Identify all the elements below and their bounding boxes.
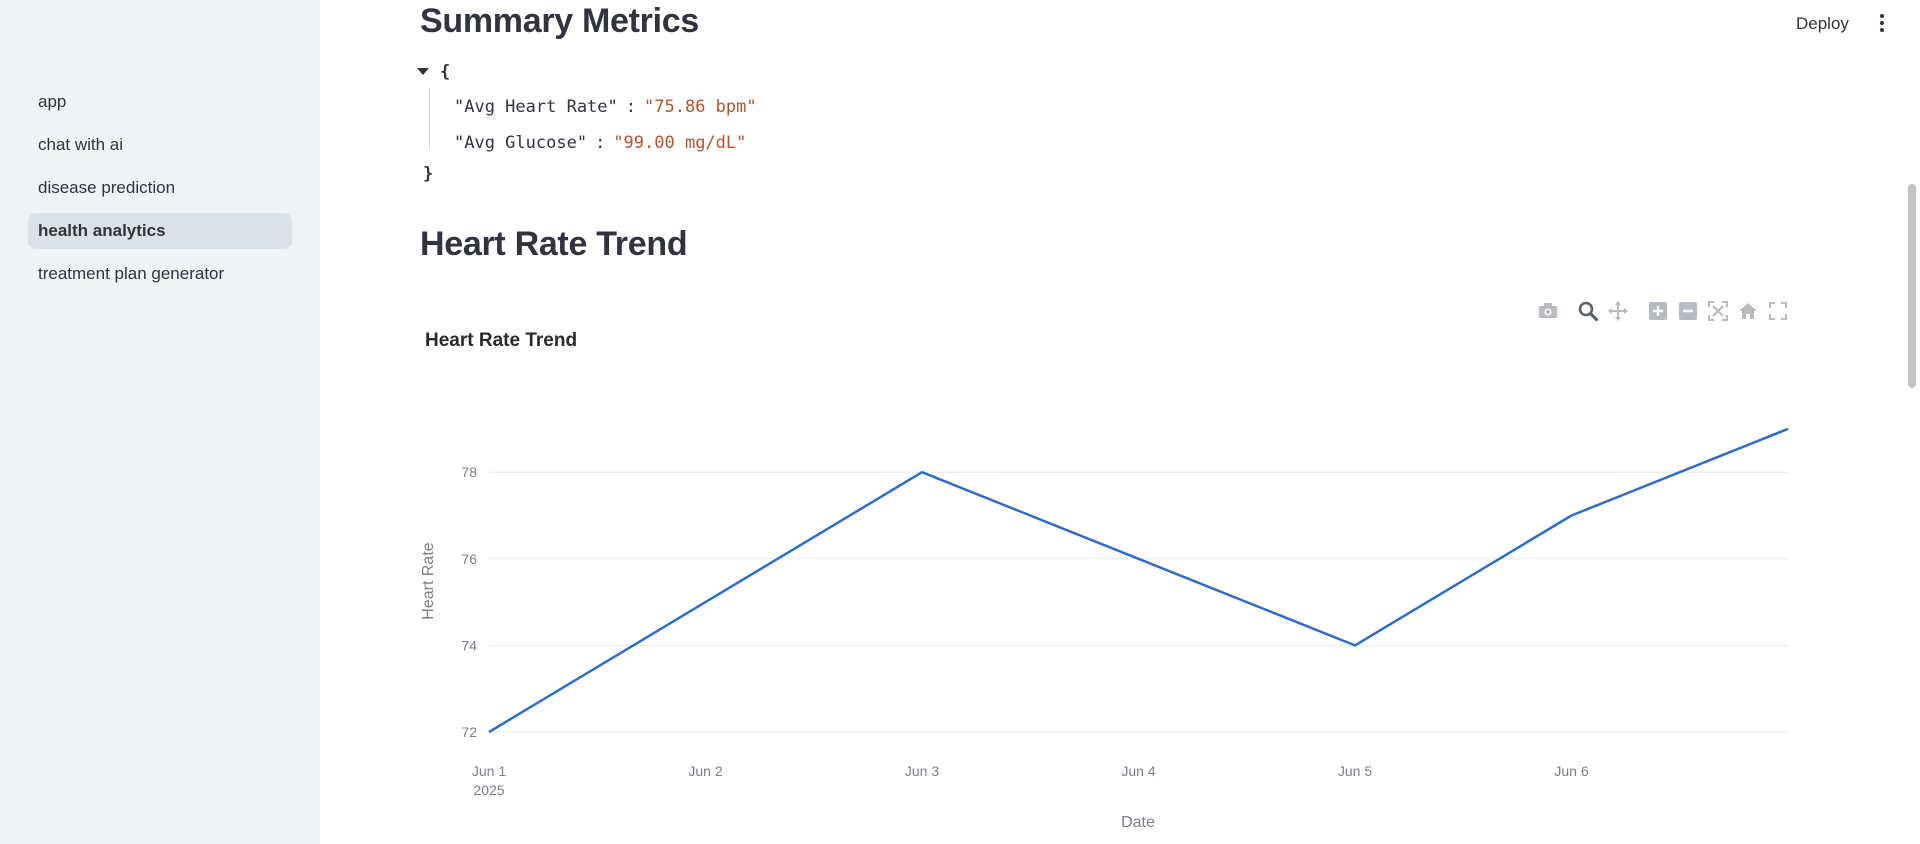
- y-axis-ticks: 72 74 76 78: [461, 464, 477, 740]
- sidebar-item-health-analytics[interactable]: health analytics: [28, 213, 292, 249]
- sidebar-item-treatment-plan-generator[interactable]: treatment plan generator: [28, 256, 292, 292]
- y-tick-label: 72: [461, 724, 477, 740]
- sidebar: app chat with ai disease prediction heal…: [0, 0, 320, 844]
- x-tick-label: Jun 4: [1121, 763, 1155, 779]
- heart-rate-chart: 72747678 Jun 12025Jun 2 Jun 3 Jun 4 Jun 5 Ju…: [420, 427, 1789, 831]
- x-tick-label: Jun 3: [905, 763, 939, 779]
- y-tick-label: 74: [461, 637, 477, 653]
- main-content: Deploy Summary Metrics { "Avg Heart Rate…: [320, 0, 1920, 844]
- y-tick-label: 76: [461, 551, 477, 567]
- x-tick-label: Jun 2: [688, 763, 722, 779]
- sidebar-item-disease-prediction[interactable]: disease prediction: [28, 170, 292, 206]
- series-line-heart-rate: [488, 427, 1789, 734]
- x-axis-title: Date: [1121, 814, 1155, 831]
- sidebar-item-app[interactable]: app: [28, 84, 292, 120]
- x-tick-label: Jun 5: [1338, 763, 1372, 779]
- y-tick-label: 78: [461, 464, 477, 480]
- x-tick-year-label: 2025: [473, 782, 504, 798]
- x-axis-ticks: Jun 1 2025 Jun 2 Jun 3 Jun 4 Jun 5 Jun 6: [472, 763, 1589, 798]
- sidebar-item-chat-with-ai[interactable]: chat with ai: [28, 127, 292, 163]
- sidebar-nav: app chat with ai disease prediction heal…: [28, 84, 292, 299]
- y-axis-title: Heart Rate: [420, 542, 437, 619]
- x-tick-label: Jun 6: [1554, 763, 1588, 779]
- x-tick-label: Jun 1: [472, 763, 506, 779]
- chart-gridlines: [489, 471, 1788, 733]
